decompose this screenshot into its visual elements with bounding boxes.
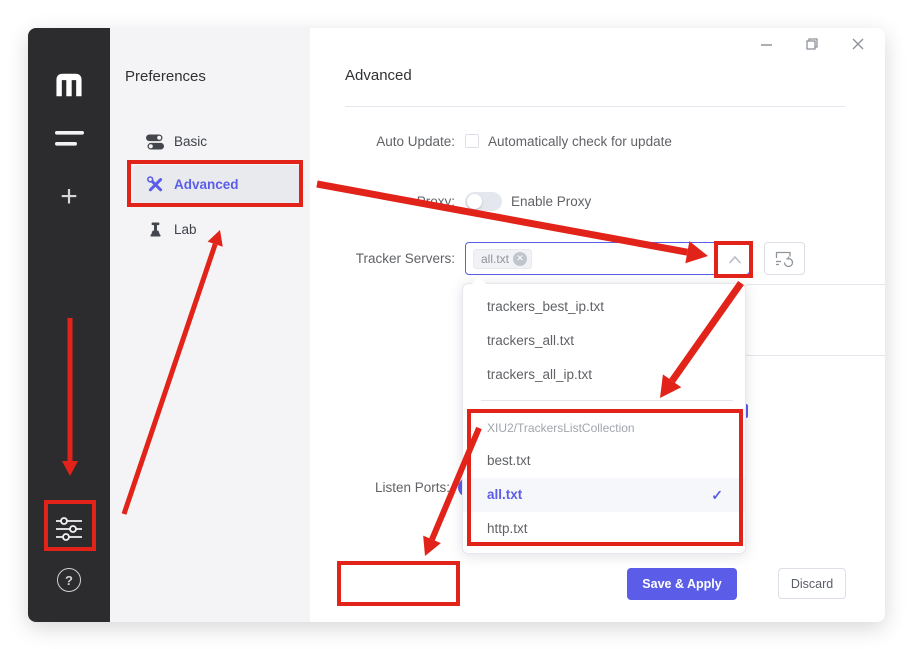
dropdown-option[interactable]: trackers_best_ip.txt — [463, 290, 745, 324]
discard-button[interactable]: Discard — [778, 568, 846, 599]
auto-update-checkbox-label: Automatically check for update — [488, 133, 672, 149]
menu-item-label: Advanced — [174, 177, 239, 192]
task-list-icon[interactable] — [55, 130, 85, 148]
tracker-dropdown: trackers_best_ip.txt trackers_all.txt tr… — [462, 277, 746, 554]
tag-label: all.txt — [481, 251, 510, 266]
dropdown-group-divider — [481, 400, 733, 401]
sync-icon — [775, 251, 794, 267]
dropdown-option[interactable]: trackers_all.txt — [463, 324, 745, 358]
listen-ports-label: Listen Ports: — [374, 480, 450, 495]
new-task-button[interactable]: + — [50, 178, 88, 216]
save-apply-button[interactable]: Save & Apply — [627, 568, 737, 600]
help-button[interactable]: ? — [57, 568, 81, 592]
proxy-toggle-label: Enable Proxy — [511, 193, 592, 209]
tag-close-icon[interactable]: ✕ — [513, 251, 528, 266]
restore-icon — [806, 38, 818, 50]
dropdown-option[interactable]: trackers_all_ip.txt — [463, 358, 745, 392]
dropdown-option[interactable]: best.txt — [463, 444, 745, 478]
dropdown-group-label: XIU2/TrackersListCollection — [487, 421, 635, 435]
panel-title: Preferences — [125, 68, 206, 85]
page-title: Advanced — [345, 67, 412, 84]
menu-item-basic[interactable]: Basic — [133, 122, 301, 161]
checkmark-icon: ✓ — [711, 487, 723, 503]
chevron-up-icon[interactable] — [728, 255, 742, 264]
motrix-logo — [56, 73, 82, 97]
lab-stand-icon — [146, 221, 164, 239]
sidebar: + ? — [28, 28, 110, 622]
auto-update-row: Auto Update: Automatically check for upd… — [345, 131, 672, 151]
action-buttons: Save & Apply Discard — [627, 568, 846, 600]
toggles-icon — [146, 133, 164, 151]
sync-trackers-button[interactable] — [764, 242, 805, 275]
tools-icon — [146, 176, 164, 194]
dropdown-option-selected[interactable]: all.txt — [463, 478, 745, 512]
minimize-button[interactable] — [755, 33, 777, 55]
proxy-row: Proxy: Enable Proxy — [345, 191, 591, 211]
preferences-panel: Preferences Basic Advanced Lab — [110, 28, 310, 622]
proxy-toggle[interactable] — [465, 191, 502, 211]
sliders-icon — [56, 517, 82, 541]
menu-item-advanced[interactable]: Advanced — [133, 165, 301, 204]
question-mark-icon: ? — [65, 572, 73, 588]
auto-update-checkbox[interactable] — [465, 134, 479, 148]
preferences-button[interactable] — [56, 517, 82, 541]
window-controls — [755, 33, 869, 55]
tracker-servers-row: Tracker Servers: all.txt ✕ — [345, 242, 805, 275]
toggle-knob — [467, 193, 482, 209]
screenshot-root: + ? Preferences Basic Advanced Lab Advan… — [0, 0, 913, 649]
tracker-servers-select[interactable]: all.txt ✕ — [465, 242, 750, 275]
menu-item-label: Lab — [174, 222, 197, 237]
auto-update-label: Auto Update: — [376, 133, 455, 149]
minimize-icon — [760, 43, 772, 46]
proxy-label: Proxy: — [416, 193, 455, 209]
close-button[interactable] — [847, 33, 869, 55]
dropdown-option[interactable]: http.txt — [463, 512, 745, 546]
menu-item-label: Basic — [174, 134, 208, 149]
selected-tag: all.txt ✕ — [473, 248, 533, 269]
tracker-list-textarea[interactable] — [743, 284, 885, 356]
motrix-preferences-window: + ? Preferences Basic Advanced Lab Advan… — [28, 28, 885, 622]
title-divider — [345, 106, 845, 107]
tracker-servers-label: Tracker Servers: — [355, 251, 455, 266]
menu-item-lab[interactable]: Lab — [133, 210, 301, 249]
dropdown-arrow-notch — [472, 277, 486, 284]
close-icon — [852, 38, 864, 50]
restore-button[interactable] — [801, 33, 823, 55]
